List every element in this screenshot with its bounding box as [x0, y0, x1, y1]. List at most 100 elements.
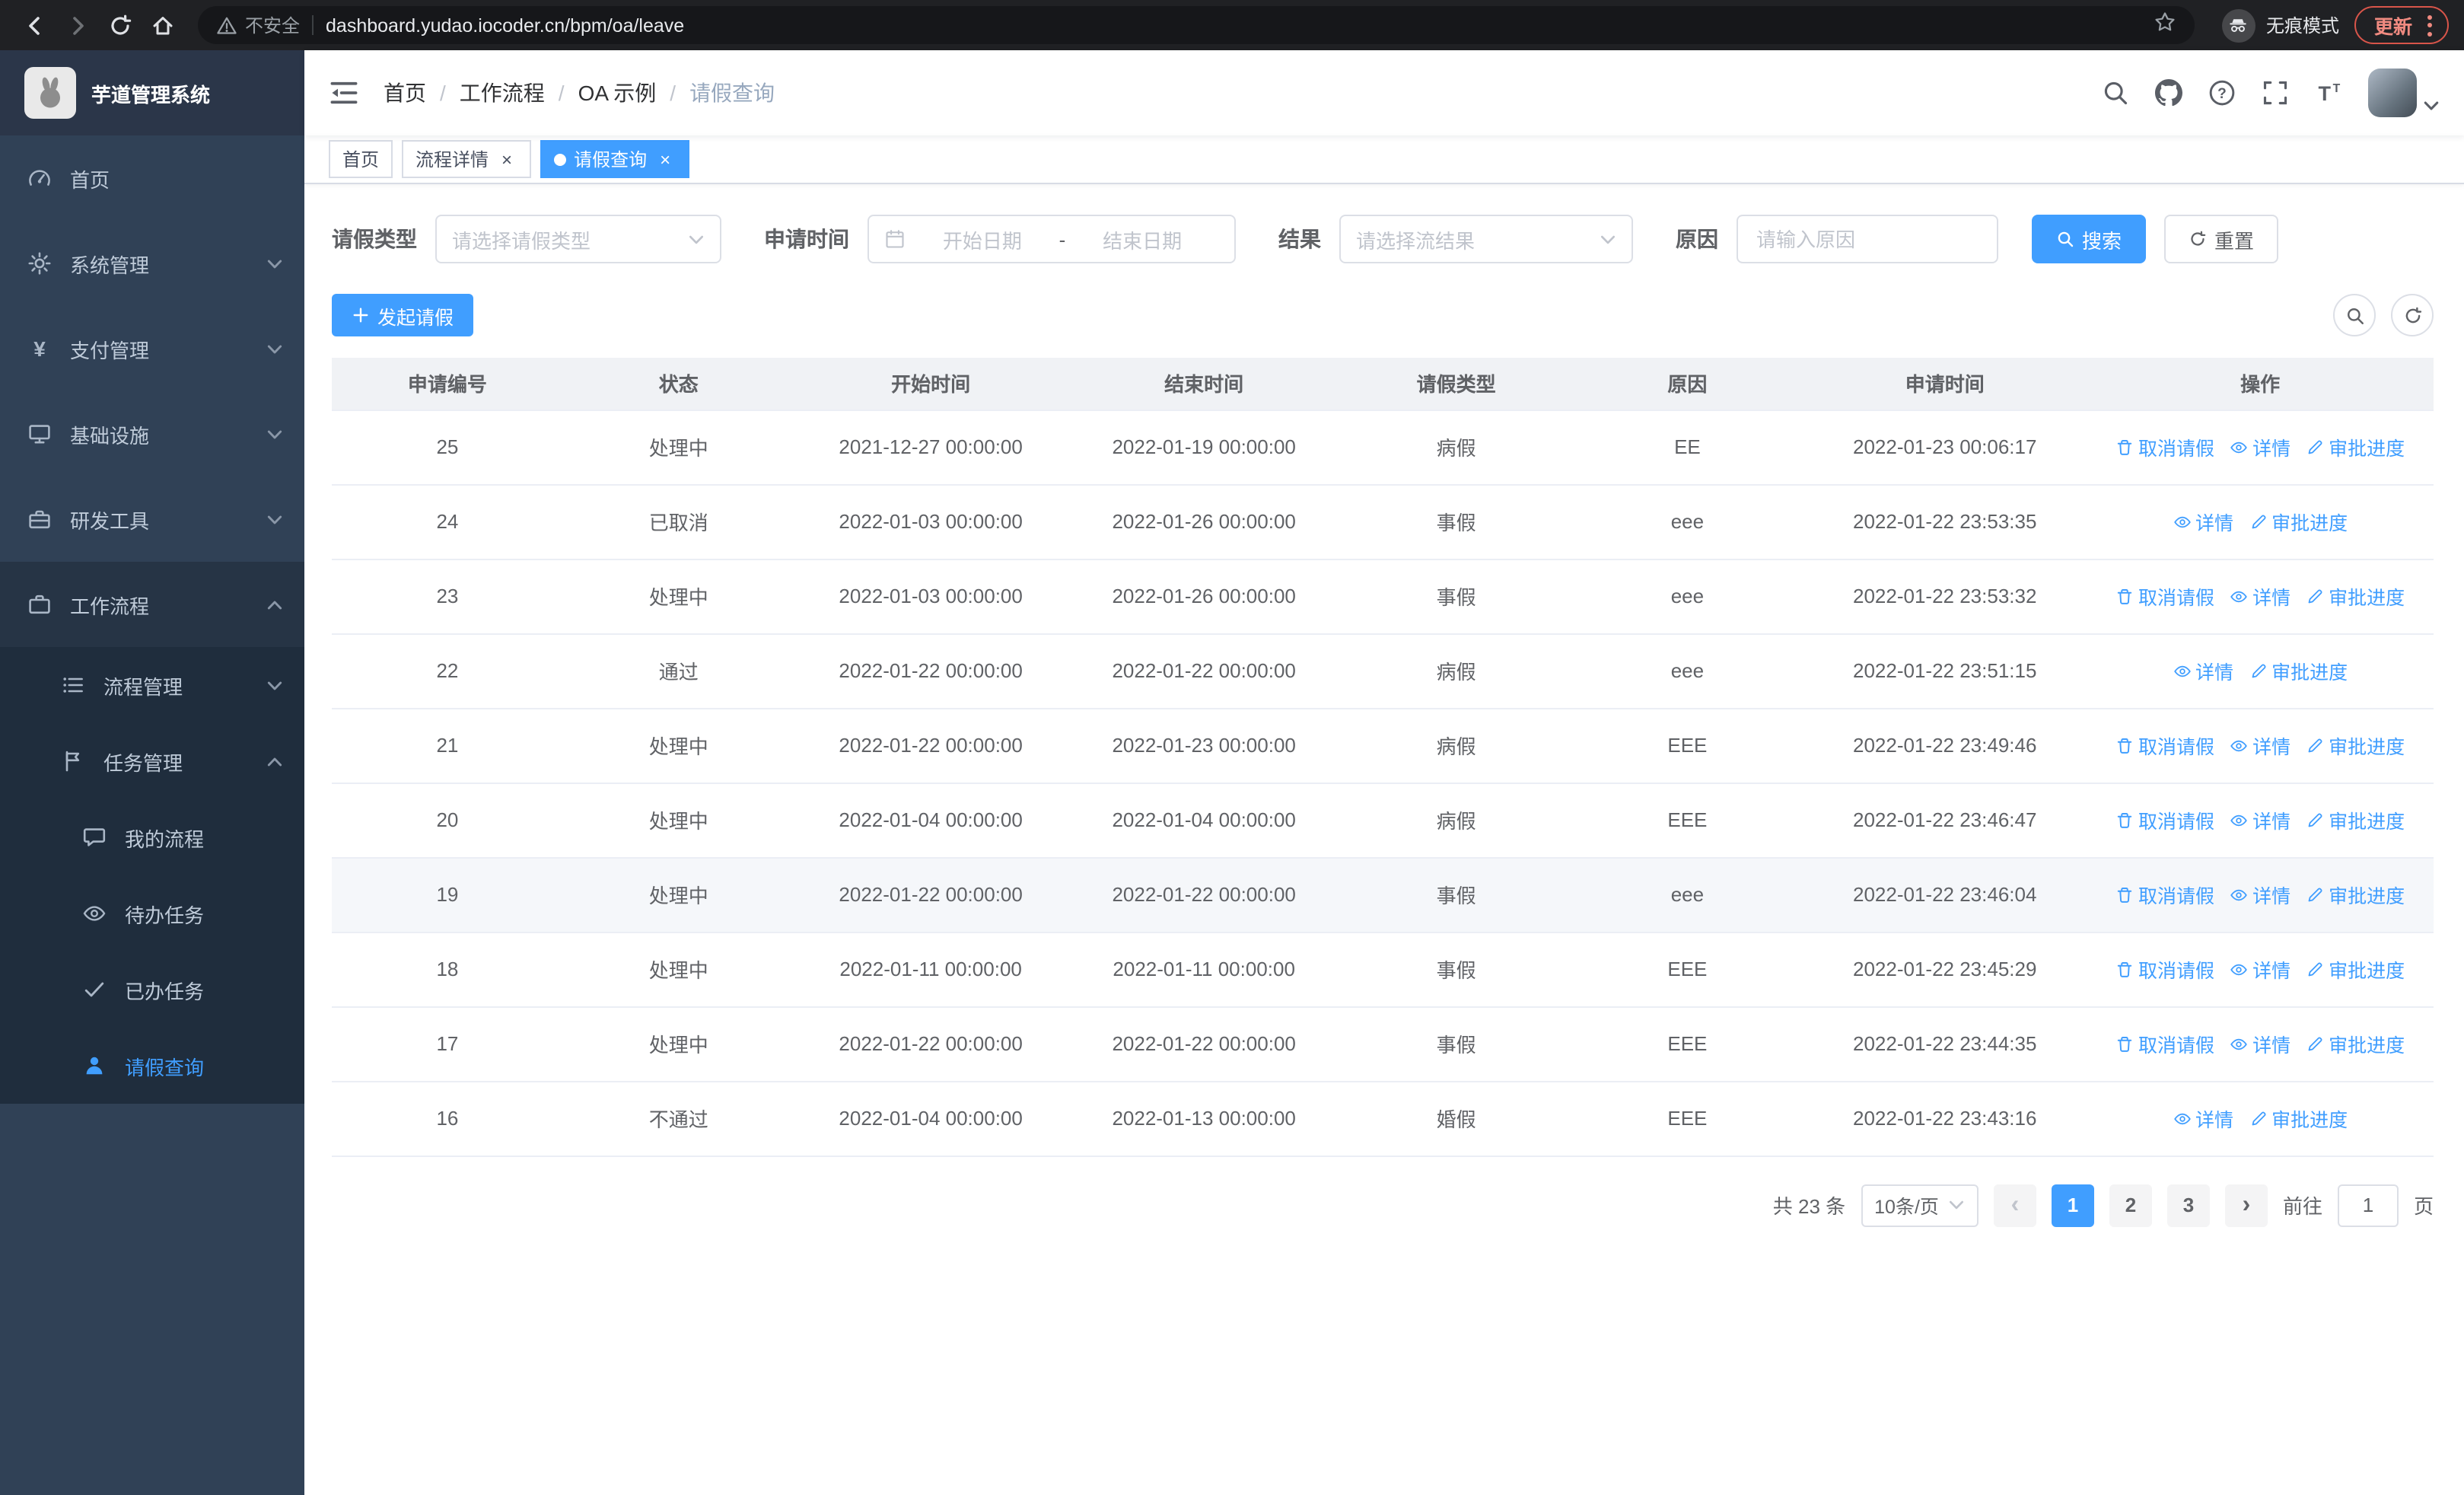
- reason-input[interactable]: [1737, 215, 1998, 263]
- browser-back-button[interactable]: [15, 5, 55, 45]
- reset-button[interactable]: 重置: [2164, 215, 2279, 263]
- detail-link[interactable]: 详情: [2173, 1104, 2233, 1133]
- progress-link[interactable]: 审批进度: [2249, 1104, 2348, 1133]
- app-navbar: 首页 / 工作流程 / OA 示例 / 请假查询 ? TT: [304, 50, 2464, 135]
- address-bar[interactable]: 不安全 dashboard.yudao.iocoder.cn/bpm/oa/le…: [198, 6, 2195, 44]
- browser-menu-icon[interactable]: [2423, 10, 2437, 40]
- sidebar-item-todo-tasks[interactable]: 待办任务: [0, 875, 304, 952]
- sidebar-item-done-tasks[interactable]: 已办任务: [0, 952, 304, 1028]
- breadcrumb-item[interactable]: 工作流程: [460, 78, 545, 108]
- sidebar-item-task-management[interactable]: 任务管理: [0, 723, 304, 799]
- browser-forward-button[interactable]: [58, 5, 97, 45]
- sidebar-item-leave-query[interactable]: 请假查询: [0, 1028, 304, 1104]
- cancel-leave-link[interactable]: 取消请假: [2115, 1029, 2214, 1058]
- bookmark-star-icon[interactable]: [2154, 10, 2176, 40]
- sidebar-item-devtools[interactable]: 研发工具: [0, 477, 304, 562]
- page-button-1[interactable]: 1: [2051, 1184, 2094, 1226]
- progress-link[interactable]: 审批进度: [2306, 582, 2405, 610]
- breadcrumb-item[interactable]: 首页: [384, 78, 426, 108]
- progress-link[interactable]: 审批进度: [2249, 507, 2348, 536]
- breadcrumb: 首页 / 工作流程 / OA 示例 / 请假查询: [384, 78, 775, 108]
- sidebar-item-process-management[interactable]: 流程管理: [0, 647, 304, 723]
- toggle-search-button[interactable]: [2333, 294, 2376, 336]
- progress-link[interactable]: 审批进度: [2306, 955, 2405, 983]
- cancel-leave-link[interactable]: 取消请假: [2115, 731, 2214, 760]
- fullscreen-icon[interactable]: [2262, 79, 2289, 107]
- help-icon[interactable]: ?: [2208, 79, 2236, 107]
- sidebar-item-my-process[interactable]: 我的流程: [0, 799, 304, 875]
- trash-icon: [2117, 439, 2132, 454]
- progress-link[interactable]: 审批进度: [2306, 432, 2405, 461]
- user-avatar[interactable]: [2368, 69, 2417, 117]
- sidebar-item-workflow[interactable]: 工作流程: [0, 562, 304, 647]
- hamburger-icon[interactable]: [329, 78, 359, 108]
- github-icon[interactable]: [2155, 79, 2182, 107]
- sidebar-item-payment[interactable]: ¥ 支付管理: [0, 306, 304, 391]
- tab-process-detail[interactable]: 流程详情: [402, 140, 532, 178]
- search-button[interactable]: 搜索: [2032, 215, 2147, 263]
- eye-icon: [2173, 665, 2190, 677]
- detail-link[interactable]: 详情: [2230, 955, 2291, 983]
- page-url: dashboard.yudao.iocoder.cn/bpm/oa/leave: [326, 14, 685, 36]
- cancel-leave-link[interactable]: 取消请假: [2115, 955, 2214, 983]
- cell-end-time: 2022-01-26 00:00:00: [1067, 559, 1341, 634]
- next-page-button[interactable]: [2224, 1184, 2268, 1226]
- create-leave-label: 发起请假: [377, 307, 454, 328]
- cancel-leave-link[interactable]: 取消请假: [2115, 432, 2214, 461]
- result-select[interactable]: 请选择流结果: [1339, 215, 1633, 263]
- detail-link[interactable]: 详情: [2230, 805, 2291, 834]
- search-button-label: 搜索: [2082, 229, 2122, 252]
- page-button-3[interactable]: 3: [2166, 1184, 2210, 1226]
- progress-link[interactable]: 审批进度: [2306, 1029, 2405, 1058]
- sidebar-item-system[interactable]: 系统管理: [0, 221, 304, 306]
- goto-page-input[interactable]: [2337, 1184, 2399, 1226]
- detail-link[interactable]: 详情: [2230, 1029, 2291, 1058]
- app-logo[interactable]: 芋道管理系统: [0, 50, 304, 135]
- cancel-leave-link[interactable]: 取消请假: [2115, 805, 2214, 834]
- search-icon[interactable]: [2102, 79, 2129, 107]
- page-size-select[interactable]: 10条/页: [1861, 1184, 1979, 1226]
- cell-apply-no: 19: [332, 857, 563, 932]
- cell-leave-type: 事假: [1340, 932, 1572, 1007]
- chevron-up-icon: [267, 600, 282, 609]
- refresh-table-button[interactable]: [2391, 294, 2434, 336]
- cancel-leave-link[interactable]: 取消请假: [2115, 880, 2214, 909]
- sidebar-item-infra[interactable]: 基础设施: [0, 391, 304, 477]
- detail-link[interactable]: 详情: [2230, 432, 2291, 461]
- browser-update-button[interactable]: 更新: [2354, 6, 2449, 44]
- detail-link[interactable]: 详情: [2230, 582, 2291, 610]
- prev-page-button[interactable]: [1993, 1184, 2036, 1226]
- detail-link[interactable]: 详情: [2230, 731, 2291, 760]
- logo-image: [24, 67, 76, 119]
- detail-link[interactable]: 详情: [2173, 507, 2233, 536]
- close-icon[interactable]: [496, 148, 517, 170]
- tab-leave-query[interactable]: 请假查询: [540, 140, 690, 178]
- user-menu[interactable]: [2368, 69, 2440, 117]
- sidebar: 芋道管理系统 首页 系统管理 ¥ 支付管理 基础设施 研发工具 工作流程 流程管…: [0, 50, 304, 1495]
- leave-type-select[interactable]: 请选择请假类型: [435, 215, 721, 263]
- progress-link[interactable]: 审批进度: [2249, 656, 2348, 685]
- close-icon[interactable]: [654, 148, 676, 170]
- breadcrumb-item[interactable]: OA 示例: [578, 78, 657, 108]
- progress-link[interactable]: 审批进度: [2306, 731, 2405, 760]
- apply-time-range-picker[interactable]: 开始日期 - 结束日期: [867, 215, 1236, 263]
- progress-link[interactable]: 审批进度: [2306, 805, 2405, 834]
- font-size-icon[interactable]: TT: [2315, 79, 2342, 107]
- sidebar-item-home[interactable]: 首页: [0, 135, 304, 221]
- progress-link[interactable]: 审批进度: [2306, 880, 2405, 909]
- pagination: 共 23 条 10条/页 1 2 3 前往 页: [332, 1184, 2434, 1226]
- tab-home[interactable]: 首页: [329, 140, 393, 178]
- cell-actions: 详情 审批进度: [2087, 484, 2434, 559]
- security-indicator[interactable]: 不安全: [216, 12, 300, 38]
- browser-reload-button[interactable]: [100, 5, 140, 45]
- page-button-2[interactable]: 2: [2109, 1184, 2152, 1226]
- browser-home-button[interactable]: [143, 5, 183, 45]
- trash-icon: [2117, 588, 2132, 604]
- warning-icon: [217, 16, 237, 33]
- cell-apply-no: 23: [332, 559, 563, 634]
- create-leave-button[interactable]: 发起请假: [332, 294, 474, 336]
- cell-apply-no: 22: [332, 633, 563, 709]
- detail-link[interactable]: 详情: [2173, 656, 2233, 685]
- detail-link[interactable]: 详情: [2230, 880, 2291, 909]
- cancel-leave-link[interactable]: 取消请假: [2115, 582, 2214, 610]
